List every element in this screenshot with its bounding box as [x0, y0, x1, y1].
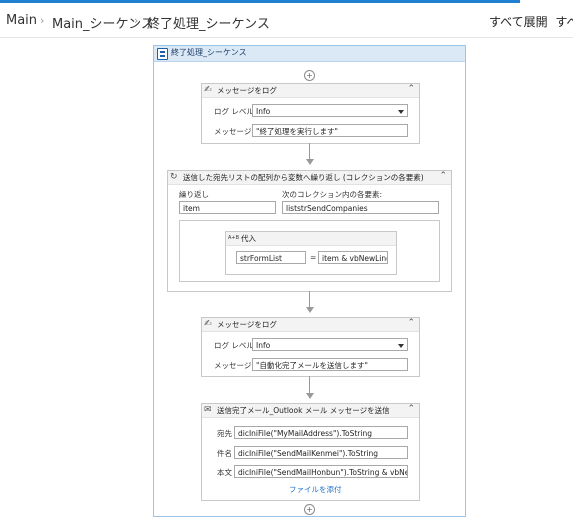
assign-value-input[interactable]: item & vbNewLine	[318, 251, 388, 264]
assign-icon: A+B	[228, 235, 240, 241]
chevron-right-icon: ›	[40, 14, 45, 27]
activity-title: 代入	[241, 234, 256, 243]
collection-label: 次のコレクション内の各要素:	[282, 190, 383, 199]
activity-header[interactable]: ✉ 送信完了メール_Outlook メール メッセージを送信 ⌃	[202, 404, 419, 418]
flow-arrow-icon	[306, 307, 314, 313]
subject-label: 件名	[217, 449, 232, 458]
log-level-select[interactable]: Info	[252, 104, 408, 117]
collection-input[interactable]: liststrSendCompanies	[282, 201, 439, 214]
chevron-right-icon: ›	[134, 14, 139, 27]
flow-connector	[309, 291, 310, 308]
to-input[interactable]: dicIniFile("MyMailAddress").ToString	[234, 426, 408, 439]
repeat-label: 繰り返し	[179, 190, 209, 199]
body-container[interactable]: A+B 代入 strFormList = item & vbNewLine	[179, 220, 440, 282]
log-level-label: ログ レベル	[214, 341, 254, 350]
body-label: 本文	[217, 468, 232, 477]
message-input[interactable]: "自動化完了メールを送信します"	[252, 358, 408, 371]
log-level-select[interactable]: Info	[252, 338, 408, 351]
collapse-all-button-truncated[interactable]: すべ	[555, 15, 573, 29]
activity-header[interactable]: A+B 代入	[226, 232, 396, 246]
body-input[interactable]: dicIniFile("SendMailHonbun").ToString & …	[234, 465, 408, 478]
flow-arrow-icon	[306, 159, 314, 165]
repeat-item-input[interactable]: item	[179, 201, 276, 214]
message-input[interactable]: "終了処理を実行します"	[252, 124, 408, 137]
mail-icon: ✉	[204, 405, 212, 415]
chevron-down-icon	[398, 344, 404, 348]
log-message-activity-1[interactable]: ✍ メッセージをログ ⌃ ログ レベル Info メッセージ "終了処理を実行し…	[201, 83, 420, 144]
message-label: メッセージ	[214, 361, 252, 370]
flow-arrow-icon	[306, 393, 314, 399]
log-message-icon: ✍	[204, 319, 212, 329]
activity-title: 送信した宛先リストの配列から変数へ繰り返し (コレクションの各要素)	[183, 173, 424, 182]
collapse-icon[interactable]: ⌃	[407, 318, 415, 328]
breadcrumb-item-end-sequence[interactable]: 終了処理_シーケンス	[147, 13, 270, 32]
activity-title: メッセージをログ	[217, 86, 277, 95]
assign-activity[interactable]: A+B 代入 strFormList = item & vbNewLine	[225, 231, 397, 275]
sequence-header[interactable]: 終了処理_シーケンス	[154, 46, 465, 62]
collapse-icon[interactable]: ⌃	[439, 171, 447, 181]
collapse-icon[interactable]: ⌃	[407, 404, 415, 414]
flow-connector	[309, 143, 310, 160]
subject-input[interactable]: dicIniFile("SendMailKenmei").ToString	[234, 446, 408, 459]
collapse-icon[interactable]: ⌃	[407, 84, 415, 94]
equals-sign: =	[310, 253, 317, 262]
log-level-value: Info	[256, 107, 271, 116]
activity-title: メッセージをログ	[217, 320, 277, 329]
activity-title: 送信完了メール_Outlook メール メッセージを送信	[217, 406, 390, 415]
message-label: メッセージ	[214, 127, 252, 136]
send-outlook-mail-activity[interactable]: ✉ 送信完了メール_Outlook メール メッセージを送信 ⌃ 宛先 dicI…	[201, 403, 420, 501]
expand-all-button[interactable]: すべて展開 すべ	[489, 13, 573, 30]
for-each-activity[interactable]: ↻ 送信した宛先リストの配列から変数へ繰り返し (コレクションの各要素) ⌃ 繰…	[167, 170, 452, 292]
to-label: 宛先	[217, 429, 232, 438]
attach-file-link[interactable]: ファイルを添付	[289, 484, 342, 495]
activity-header[interactable]: ↻ 送信した宛先リストの配列から変数へ繰り返し (コレクションの各要素) ⌃	[168, 171, 451, 185]
assign-to-input[interactable]: strFormList	[236, 251, 306, 264]
activity-header[interactable]: ✍ メッセージをログ ⌃	[202, 318, 419, 332]
sequence-title: 終了処理_シーケンス	[171, 48, 247, 57]
log-message-icon: ✍	[204, 85, 212, 95]
breadcrumb: Main › Main_シーケンス › 終了処理_シーケンス すべて展開 すべ	[0, 3, 573, 38]
add-activity-icon[interactable]: +	[304, 70, 315, 81]
log-message-activity-2[interactable]: ✍ メッセージをログ ⌃ ログ レベル Info メッセージ "自動化完了メール…	[201, 317, 420, 377]
log-level-value: Info	[256, 341, 271, 350]
chevron-down-icon	[398, 110, 404, 114]
breadcrumb-item-main[interactable]: Main	[6, 13, 37, 28]
sequence-container[interactable]: 終了処理_シーケンス + ✍ メッセージをログ ⌃ ログ レベル Info メッ…	[153, 45, 466, 517]
flow-connector	[309, 376, 310, 394]
breadcrumb-item-main-sequence[interactable]: Main_シーケンス	[52, 13, 154, 32]
log-level-label: ログ レベル	[214, 107, 254, 116]
expand-all-label: すべて展開	[489, 15, 548, 29]
sequence-icon	[157, 48, 168, 60]
activity-header[interactable]: ✍ メッセージをログ ⌃	[202, 84, 419, 98]
for-each-icon: ↻	[170, 172, 178, 182]
